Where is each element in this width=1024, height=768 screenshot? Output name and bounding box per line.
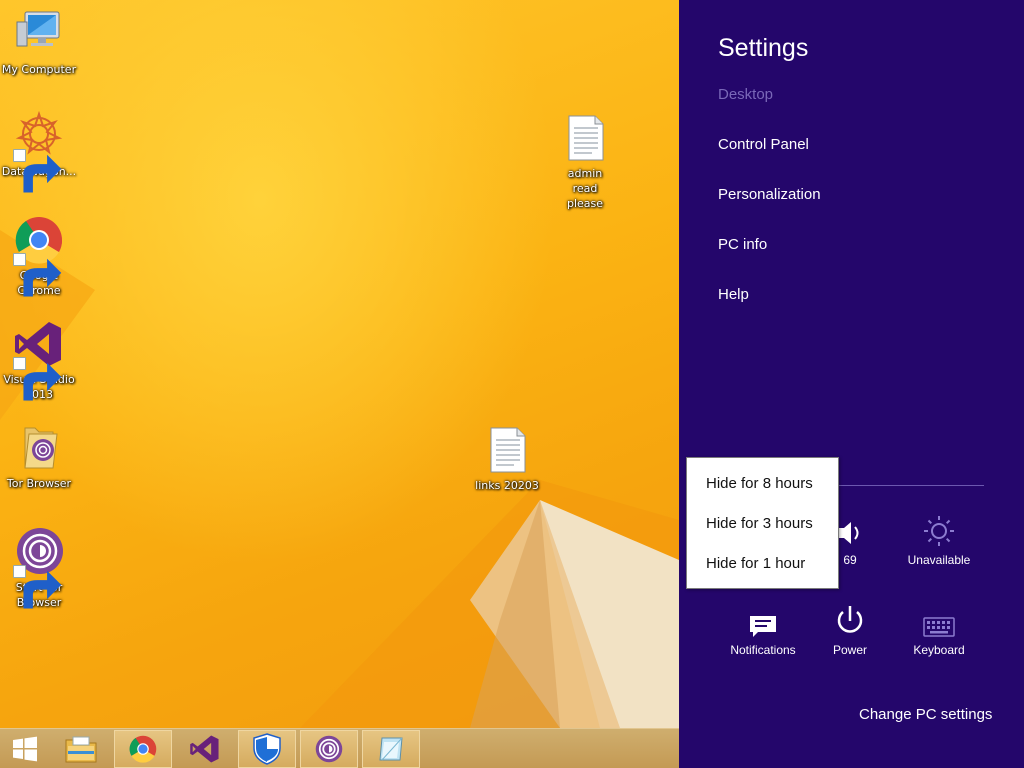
keyboard-label: Keyboard	[913, 643, 965, 657]
shield-icon	[253, 733, 281, 765]
desktop-icon-label: links 20203	[475, 479, 539, 492]
desktop-icon-admin-read-please[interactable]: admin read please	[546, 112, 624, 211]
taskbar-windows-defender[interactable]	[238, 730, 296, 768]
hide-notifications-menu: Hide for 8 hours Hide for 3 hours Hide f…	[686, 457, 839, 589]
brightness-label: Unavailable	[907, 553, 971, 567]
windows-logo-icon	[13, 736, 37, 762]
start-button[interactable]	[0, 730, 50, 768]
menu-item-hide-3-hours[interactable]: Hide for 3 hours	[706, 515, 813, 532]
desktop-icon-visual-studio[interactable]: Visual Studio 2013	[0, 318, 78, 402]
text-file-icon	[481, 424, 533, 476]
shortcut-arrow-icon	[13, 565, 62, 609]
desktop-icon-my-computer[interactable]: My Computer	[0, 8, 78, 77]
taskbar-notepad[interactable]	[362, 730, 420, 768]
desktop-icon-label: My Computer	[1, 63, 77, 76]
keyboard-tile[interactable]: Keyboard	[894, 602, 984, 657]
notifications-tile[interactable]: Notifications	[718, 602, 808, 657]
settings-link-desktop[interactable]: Desktop	[718, 86, 773, 103]
notifications-label: Notifications	[730, 643, 796, 657]
chrome-icon	[129, 735, 157, 763]
desktop-icon-label: admin read please	[566, 167, 604, 210]
tor-browser-icon	[315, 735, 343, 763]
menu-item-hide-8-hours[interactable]: Hide for 8 hours	[706, 475, 813, 492]
taskbar-chrome[interactable]	[114, 730, 172, 768]
desktop-icon-label: Tor Browser	[6, 477, 72, 490]
settings-link-help[interactable]: Help	[718, 286, 749, 303]
settings-charm-pane: Settings Desktop Control Panel Personali…	[679, 0, 1024, 768]
brightness-icon	[924, 516, 954, 546]
quick-settings-divider	[839, 485, 984, 486]
notepad-icon	[379, 737, 403, 761]
computer-icon	[13, 8, 65, 60]
shortcut-arrow-icon	[13, 357, 62, 401]
brightness-tile[interactable]: Unavailable	[894, 512, 984, 567]
menu-item-hide-1-hour[interactable]: Hide for 1 hour	[706, 555, 805, 572]
desktop-icon-links-20203[interactable]: links 20203	[468, 424, 546, 493]
change-pc-settings-link[interactable]: Change PC settings	[859, 706, 992, 723]
visual-studio-icon	[190, 735, 219, 763]
visual-studio-icon	[13, 318, 65, 401]
tor-browser-icon	[13, 526, 65, 609]
shortcut-arrow-icon	[13, 149, 62, 193]
wallpaper-shapes	[0, 230, 679, 728]
power-label: Power	[832, 643, 867, 657]
desktop-icon-google-chrome[interactable]: Google Chrome	[0, 214, 78, 298]
power-icon	[837, 606, 863, 633]
settings-link-pc-info[interactable]: PC info	[718, 236, 767, 253]
desktop-icon-tor-browser-folder[interactable]: Tor Browser	[0, 422, 78, 491]
taskbar-visual-studio[interactable]	[176, 730, 234, 768]
desktop-icon-start-tor-browser[interactable]: Start Tor Browser	[0, 526, 78, 610]
shortcut-arrow-icon	[13, 253, 62, 297]
taskbar-tor-browser[interactable]	[300, 730, 358, 768]
chrome-icon	[13, 214, 65, 297]
text-file-icon	[559, 112, 611, 164]
settings-title: Settings	[718, 34, 809, 62]
desktop: My Computer DataWagon...	[0, 0, 679, 768]
tor-folder-icon	[13, 422, 65, 474]
taskbar	[0, 728, 679, 768]
settings-link-personalization[interactable]: Personalization	[718, 186, 821, 203]
taskbar-file-explorer[interactable]	[52, 730, 110, 768]
datawagon-icon	[13, 110, 65, 193]
desktop-icon-datawagon[interactable]: DataWagon...	[0, 110, 78, 193]
notifications-icon	[750, 616, 776, 637]
keyboard-icon	[923, 617, 955, 637]
folder-icon	[65, 736, 97, 763]
power-tile[interactable]: Power	[805, 602, 895, 657]
settings-link-control-panel[interactable]: Control Panel	[718, 136, 809, 153]
